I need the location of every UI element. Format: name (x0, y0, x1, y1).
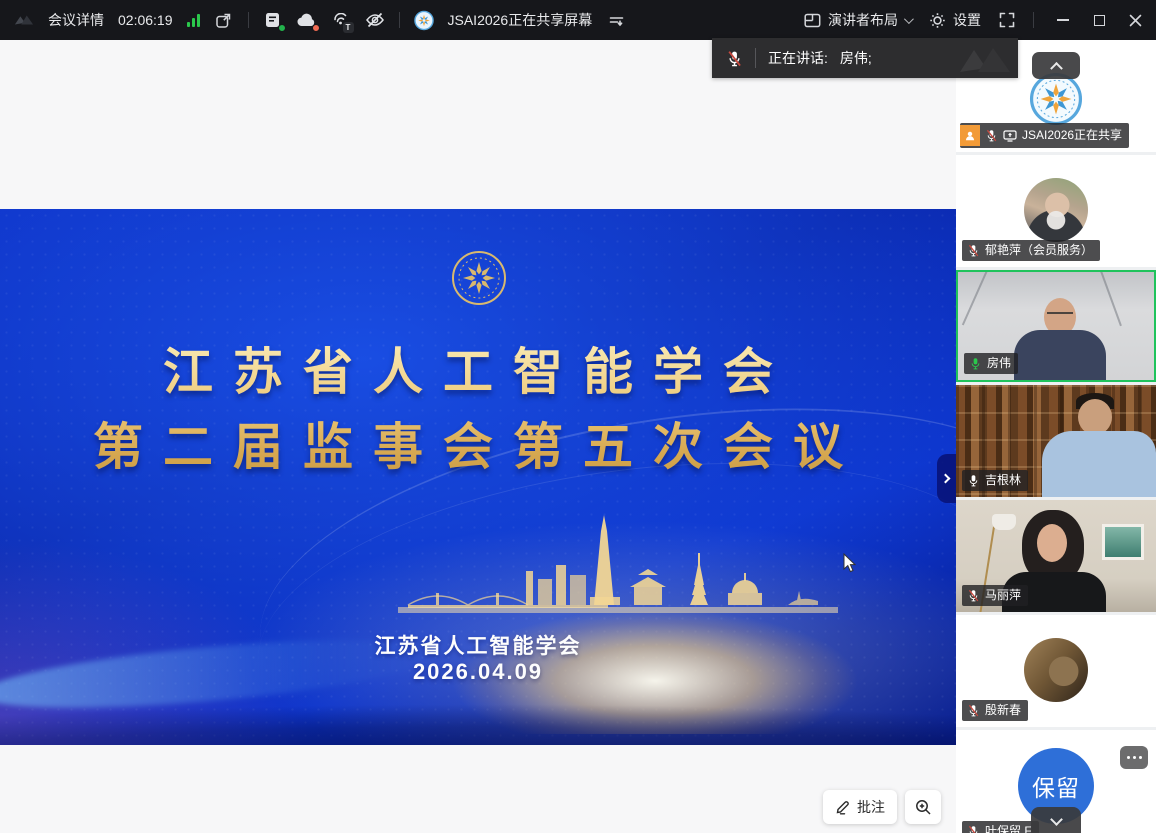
annotate-button[interactable]: 批注 (823, 790, 897, 824)
participant-name: 郁艳萍（会员服务） (985, 242, 1093, 259)
participant-name: 马丽萍 (985, 587, 1021, 604)
participant-tile-yinxinchun[interactable]: 殷新春 (956, 615, 1156, 727)
minimize-button[interactable] (1056, 13, 1070, 27)
gear-icon (927, 10, 947, 30)
mic-muted-icon (967, 589, 980, 602)
meeting-timer: 02:06:19 (118, 12, 173, 28)
city-skyline-graphic (398, 509, 838, 644)
presentation-slide: 江苏省人工智能学会 第二届监事会第五次会议 (0, 209, 956, 745)
association-emblem (450, 249, 508, 312)
participant-avatar (1024, 638, 1088, 702)
magnifier-plus-icon (915, 799, 932, 816)
participant-tile-yuyanping[interactable]: 郁艳萍（会员服务） (956, 155, 1156, 267)
annotate-label: 批注 (857, 797, 885, 817)
participants-sidebar: JSAI2026正在共享 郁艳萍（会员服务） 房伟 (956, 40, 1156, 833)
participant-avatar (1024, 178, 1088, 242)
participant-name: JSAI2026正在共享 (1022, 127, 1122, 144)
slide-footer-org: 江苏省人工智能学会 (0, 630, 956, 660)
layout-button[interactable]: 演讲者布局 (802, 10, 911, 30)
host-badge-icon (960, 125, 980, 146)
participant-tile-fangwei-speaking[interactable]: 房伟 (956, 270, 1156, 382)
participant-tile-jigenlin[interactable]: 吉根林 (956, 385, 1156, 497)
pen-icon (835, 799, 851, 815)
transcription-badge: T (343, 22, 354, 33)
cloud-record-icon[interactable] (297, 10, 317, 30)
mic-muted-icon (985, 129, 998, 142)
zoom-in-button[interactable] (905, 790, 941, 824)
speaking-names: 房伟; (840, 48, 872, 68)
mic-muted-icon (967, 825, 980, 833)
scroll-participants-down-button[interactable] (1031, 807, 1081, 833)
mic-muted-icon (967, 704, 980, 717)
participant-name: 吉根林 (985, 472, 1021, 489)
participant-name: 殷新春 (985, 702, 1021, 719)
transcription-icon[interactable]: T (331, 10, 351, 30)
close-button[interactable] (1128, 13, 1142, 27)
shared-screen-area: 江苏省人工智能学会 第二届监事会第五次会议 (0, 40, 956, 833)
layout-label: 演讲者布局 (828, 10, 898, 30)
mic-on-icon (967, 474, 980, 487)
mouse-cursor (843, 553, 858, 579)
mic-active-icon (969, 357, 982, 370)
meeting-details-button[interactable]: 会议详情 (48, 10, 104, 30)
settings-button[interactable]: 设置 (927, 10, 981, 30)
collapse-sidebar-button[interactable] (1032, 52, 1080, 79)
fullscreen-icon[interactable] (997, 10, 1017, 30)
sharer-logo-icon (414, 10, 434, 30)
titlebar: 会议详情 02:06:19 T (0, 0, 1156, 40)
next-page-arrow-button[interactable] (937, 454, 956, 503)
participant-more-button[interactable] (1120, 746, 1148, 769)
watermark-logo-icon (956, 40, 1014, 78)
mic-muted-icon (726, 50, 743, 67)
speaking-toast: 正在讲话: 房伟; (712, 38, 1018, 78)
doc-status-icon[interactable] (263, 10, 283, 30)
hide-view-icon[interactable] (365, 10, 385, 30)
avatar-initials: 保留 (1032, 769, 1080, 803)
app-logo-icon (14, 10, 34, 30)
slide-title-line1: 江苏省人工智能学会 (0, 335, 956, 410)
open-external-icon[interactable] (214, 10, 234, 30)
meeting-window: 会议详情 02:06:19 T (0, 0, 1156, 833)
speaking-prefix: 正在讲话: (768, 48, 828, 68)
network-signal-icon[interactable] (187, 13, 200, 27)
layout-icon (802, 10, 822, 30)
participant-name: 叶保留 F (985, 823, 1032, 833)
mic-muted-icon (967, 244, 980, 257)
settings-label: 设置 (953, 10, 981, 30)
participant-tile-maliping[interactable]: 马丽萍 (956, 500, 1156, 612)
screen-share-icon (1003, 130, 1017, 142)
chevron-down-icon (904, 14, 914, 24)
slide-title: 江苏省人工智能学会 第二届监事会第五次会议 (0, 335, 956, 485)
participant-name: 房伟 (987, 355, 1011, 372)
sharing-options-icon[interactable] (606, 10, 626, 30)
slide-title-line2: 第二届监事会第五次会议 (0, 410, 956, 485)
sharing-status-text: JSAI2026正在共享屏幕 (448, 10, 593, 30)
maximize-button[interactable] (1092, 13, 1106, 27)
